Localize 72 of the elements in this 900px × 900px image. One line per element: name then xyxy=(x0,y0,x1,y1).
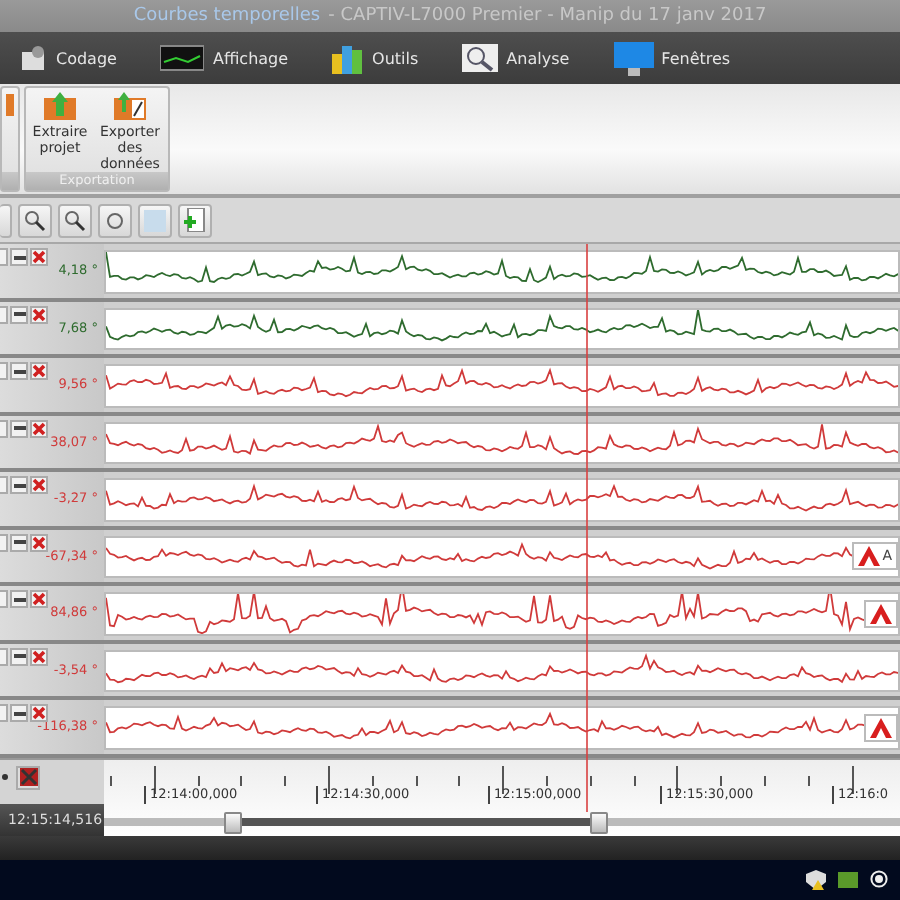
collapse-button[interactable] xyxy=(10,704,28,722)
collapse-button[interactable] xyxy=(10,419,28,437)
folder-icon xyxy=(6,92,14,116)
minus-icon xyxy=(13,540,25,544)
minus-icon xyxy=(13,369,25,373)
minus-icon xyxy=(13,711,25,715)
close-button[interactable] xyxy=(30,476,48,494)
close-icon xyxy=(32,535,46,549)
close-icon xyxy=(32,364,46,378)
collapse-button[interactable] xyxy=(10,248,28,266)
magnifier-icon xyxy=(24,209,46,231)
close-button[interactable] xyxy=(30,647,48,665)
close-icon xyxy=(32,250,46,264)
chip-icon[interactable] xyxy=(838,871,858,888)
close-icon xyxy=(32,478,46,492)
warning-icon xyxy=(858,546,881,567)
circle-icon xyxy=(106,211,124,229)
close-button[interactable] xyxy=(30,362,48,380)
minus-icon xyxy=(13,312,25,316)
minus-icon xyxy=(13,255,25,259)
minus-icon xyxy=(13,426,25,430)
minus-icon xyxy=(13,654,25,658)
menu-item[interactable]: Outils xyxy=(332,42,419,74)
menu-item[interactable]: Analyse xyxy=(462,44,570,72)
dot-icon xyxy=(2,774,8,780)
warning-icon xyxy=(870,603,892,624)
record-icon[interactable] xyxy=(870,870,888,889)
slider-thumb[interactable] xyxy=(589,811,608,833)
shield-icon[interactable] xyxy=(806,869,826,890)
toolbar-button[interactable] xyxy=(98,203,132,237)
menu-item[interactable]: Affichage xyxy=(160,44,289,72)
magnifier-icon xyxy=(462,44,499,72)
minus-icon xyxy=(13,483,25,487)
close-button[interactable] xyxy=(30,305,48,323)
collapse-button[interactable] xyxy=(10,533,28,551)
zoom-button[interactable] xyxy=(18,203,52,237)
close-button[interactable] xyxy=(30,704,48,722)
magnifier-icon xyxy=(64,209,86,231)
close-icon xyxy=(32,307,46,321)
collapse-button[interactable] xyxy=(10,647,28,665)
event-marker[interactable] xyxy=(864,713,898,742)
close-button[interactable] xyxy=(30,590,48,608)
bar-chart-icon xyxy=(332,42,365,74)
add-page-icon xyxy=(184,208,206,232)
close-icon xyxy=(32,421,46,435)
event-marker[interactable] xyxy=(864,599,898,628)
collapse-button[interactable] xyxy=(10,476,28,494)
close-button[interactable] xyxy=(16,765,40,789)
group-footer xyxy=(2,172,18,190)
folder-pencil-icon xyxy=(114,92,146,120)
close-icon xyxy=(32,706,46,720)
warning-icon xyxy=(870,717,892,738)
close-icon xyxy=(19,768,37,786)
close-button[interactable] xyxy=(30,533,48,551)
close-icon xyxy=(32,649,46,663)
blank-icon xyxy=(144,209,166,231)
zoom-button[interactable] xyxy=(58,203,92,237)
menu-item[interactable]: Codage xyxy=(20,44,117,72)
window-title: Courbes temporelles - CAPTIV-L7000 Premier - Manip du 17 janv 2017 xyxy=(0,0,900,32)
menu-item[interactable]: Fenêtres xyxy=(613,41,731,75)
close-icon xyxy=(32,592,46,606)
collapse-button[interactable] xyxy=(10,590,28,608)
close-button[interactable] xyxy=(30,248,48,266)
collapse-button[interactable] xyxy=(10,305,28,323)
monitor-icon xyxy=(613,41,654,75)
monitor-icon xyxy=(160,44,205,72)
close-button[interactable] xyxy=(30,419,48,437)
slider-thumb[interactable] xyxy=(223,811,242,833)
minus-icon xyxy=(13,597,25,601)
collapse-button[interactable] xyxy=(10,362,28,380)
cursor-line[interactable] xyxy=(585,244,588,811)
add-button[interactable] xyxy=(178,203,212,237)
